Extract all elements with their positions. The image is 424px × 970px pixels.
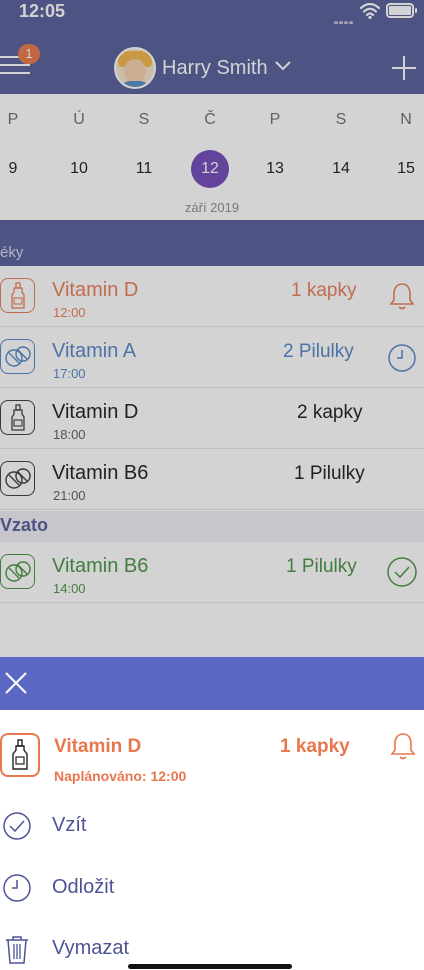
screen: 12:05 1 Harry Smith P Ú S Č P S N 9 10 1… bbox=[0, 0, 424, 970]
postpone-action[interactable]: Odložit bbox=[0, 864, 424, 912]
trash-icon bbox=[2, 934, 32, 964]
take-action-label: Vzít bbox=[52, 814, 87, 836]
clock-icon bbox=[2, 873, 32, 903]
check-circle-icon bbox=[2, 811, 32, 841]
take-action[interactable]: Vzít bbox=[0, 802, 424, 850]
sheet-med-scheduled: Naplánováno: 12:00 bbox=[54, 768, 187, 784]
sheet-header bbox=[0, 657, 424, 710]
dropper-bottle-icon bbox=[0, 733, 40, 777]
close-icon[interactable] bbox=[4, 671, 28, 695]
sheet-med-dose: 1 kapky bbox=[280, 736, 350, 757]
action-sheet: Vitamin D 1 kapky Naplánováno: 12:00 Vzí… bbox=[0, 710, 424, 970]
sheet-med-name: Vitamin D bbox=[54, 736, 142, 757]
home-indicator bbox=[128, 964, 292, 969]
modal-backdrop[interactable] bbox=[0, 0, 424, 710]
delete-action-label: Vymazat bbox=[52, 937, 130, 959]
postpone-action-label: Odložit bbox=[52, 876, 115, 898]
bell-icon[interactable] bbox=[388, 730, 418, 767]
